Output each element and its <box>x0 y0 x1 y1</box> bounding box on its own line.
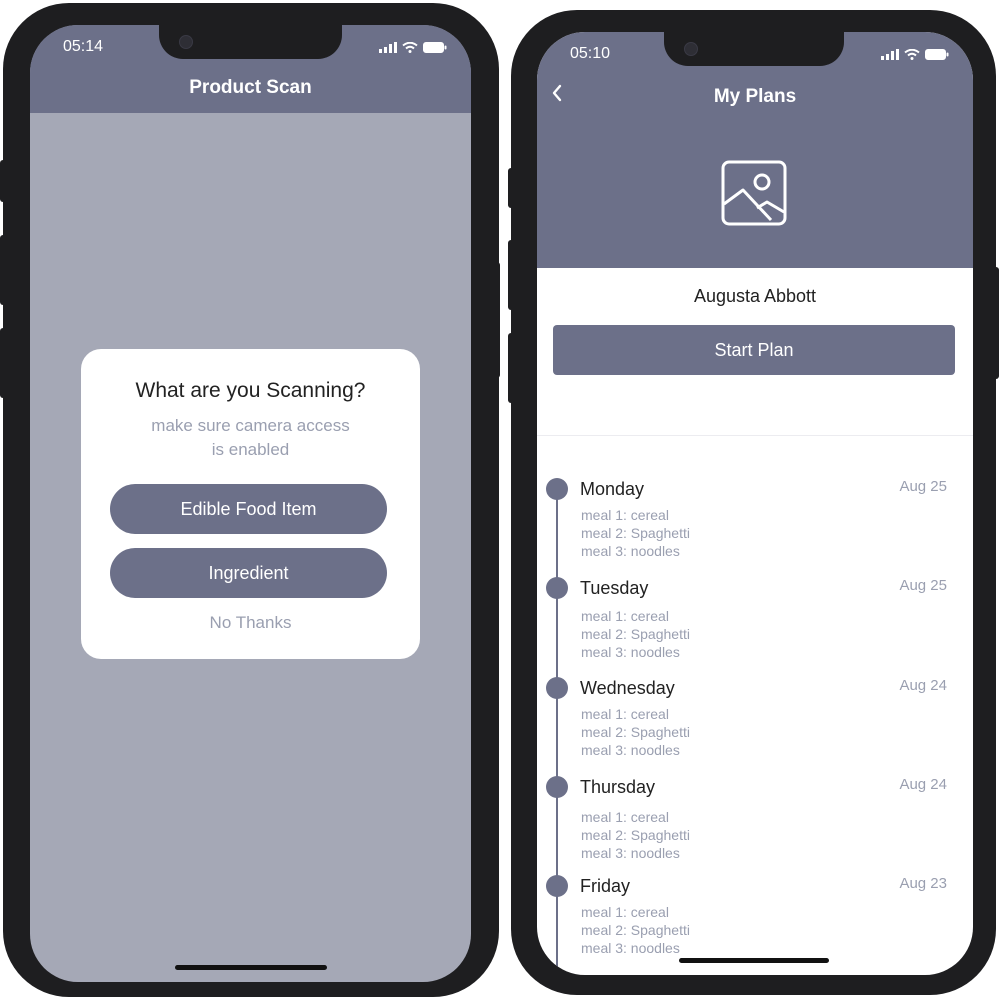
day-date: Aug 25 <box>899 577 947 594</box>
meal-2: meal 2: Spaghetti <box>581 827 690 843</box>
divider <box>537 435 973 436</box>
meal-1: meal 1: cereal <box>581 809 669 825</box>
timeline-dot <box>546 478 568 500</box>
timeline-dot <box>546 677 568 699</box>
timeline-dot <box>546 577 568 599</box>
ingredient-button[interactable]: Ingredient <box>110 548 387 598</box>
no-thanks-button[interactable]: No Thanks <box>81 613 420 633</box>
day-name: Wednesday <box>580 678 675 698</box>
dialog-title: What are you Scanning? <box>135 379 366 402</box>
home-indicator[interactable] <box>175 965 327 970</box>
meal-3: meal 3: noodles <box>581 742 680 758</box>
meal-2: meal 2: Spaghetti <box>581 724 690 740</box>
my-plans-screen: 05:10 My Plans Augusta Abbott Start Plan… <box>537 32 973 975</box>
wifi-icon <box>904 49 920 60</box>
day-item[interactable]: Thursday Aug 24 meal 1: cereal meal 2: S… <box>537 776 973 876</box>
front-camera <box>684 42 698 56</box>
status-time: 05:10 <box>570 45 611 62</box>
meal-2: meal 2: Spaghetti <box>581 525 690 541</box>
meal-2: meal 2: Spaghetti <box>581 922 690 938</box>
battery-icon <box>423 42 447 53</box>
start-plan-button[interactable]: Start Plan <box>553 325 955 375</box>
header-bar <box>537 32 973 268</box>
wifi-icon <box>402 42 418 53</box>
meal-1: meal 1: cereal <box>581 904 669 920</box>
dialog-subtitle-line1: make sure camera access <box>151 416 350 435</box>
dialog-subtitle-line2: is enabled <box>211 440 290 459</box>
day-name: Tuesday <box>580 578 649 598</box>
image-placeholder-icon[interactable] <box>721 160 787 226</box>
status-icons <box>379 42 447 53</box>
day-name: Thursday <box>580 777 656 797</box>
signal-icon <box>881 49 899 60</box>
day-date: Aug 25 <box>899 478 947 495</box>
status-icons <box>881 49 949 60</box>
battery-icon <box>925 49 949 60</box>
meal-3: meal 3: noodles <box>581 644 680 660</box>
day-date: Aug 23 <box>899 875 947 892</box>
meal-2: meal 2: Spaghetti <box>581 626 690 642</box>
day-date: Aug 24 <box>899 776 947 793</box>
page-title: Product Scan <box>189 77 312 98</box>
signal-icon <box>379 42 397 53</box>
edible-food-item-button[interactable]: Edible Food Item <box>110 484 387 534</box>
meal-3: meal 3: noodles <box>581 543 680 559</box>
meal-1: meal 1: cereal <box>581 706 669 722</box>
home-indicator[interactable] <box>679 958 829 963</box>
day-date: Aug 24 <box>899 677 947 694</box>
day-item[interactable]: Tuesday Aug 25 meal 1: cereal meal 2: Sp… <box>537 577 973 677</box>
day-item[interactable]: Monday Aug 25 meal 1: cereal meal 2: Spa… <box>537 478 973 578</box>
day-item[interactable]: Wednesday Aug 24 meal 1: cereal meal 2: … <box>537 677 973 777</box>
meal-1: meal 1: cereal <box>581 608 669 624</box>
scan-dialog: What are you Scanning? make sure camera … <box>81 349 420 659</box>
status-time: 05:14 <box>63 38 104 55</box>
product-scan-screen: 05:14 Product Scan What are you Scanning… <box>30 25 471 982</box>
day-name: Friday <box>580 876 631 896</box>
meal-3: meal 3: noodles <box>581 845 680 861</box>
profile-name: Augusta Abbott <box>693 286 817 306</box>
meal-1: meal 1: cereal <box>581 507 669 523</box>
timeline-dot <box>546 776 568 798</box>
dialog-subtitle: make sure camera access is enabled <box>111 414 390 462</box>
meal-3: meal 3: noodles <box>581 940 680 956</box>
page-title: My Plans <box>713 86 797 107</box>
front-camera <box>179 35 193 49</box>
day-name: Monday <box>580 479 645 499</box>
timeline-dot <box>546 875 568 897</box>
